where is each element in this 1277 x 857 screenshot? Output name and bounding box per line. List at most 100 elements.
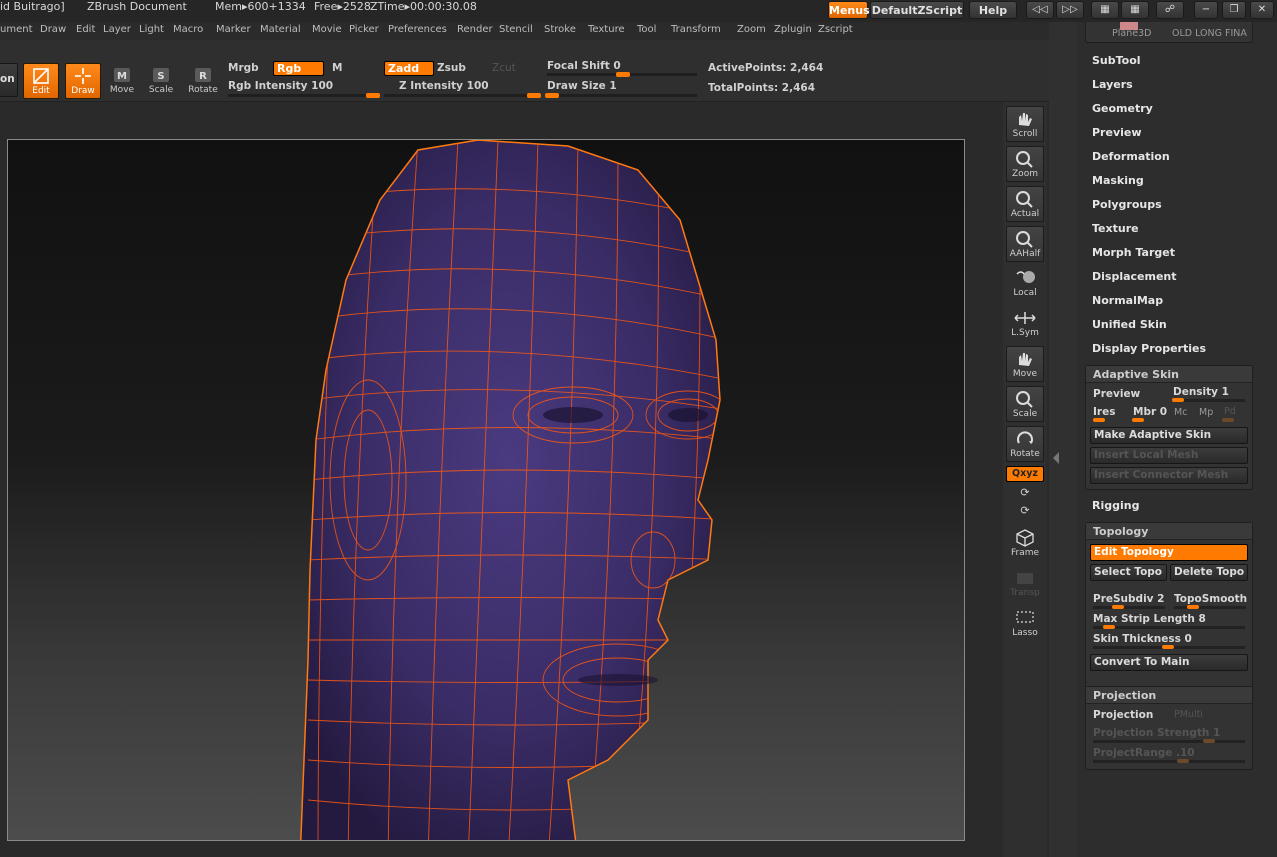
insert-local-mesh-button[interactable]: Insert Local Mesh xyxy=(1090,447,1248,464)
max-strip-length-knob[interactable] xyxy=(1103,625,1115,629)
move-view-button[interactable]: Move xyxy=(1006,346,1044,382)
local-button[interactable]: Local xyxy=(1006,266,1044,302)
adaptive-skin-header[interactable]: Adaptive Skin xyxy=(1086,366,1252,383)
menu-item-document[interactable]: ument xyxy=(0,24,33,35)
geometry-section[interactable]: Geometry xyxy=(1092,102,1153,115)
topology-header[interactable]: Topology xyxy=(1086,523,1252,540)
minimize-icon[interactable]: − xyxy=(1194,1,1218,19)
scroll-button[interactable]: Scroll xyxy=(1006,106,1044,142)
document-canvas[interactable] xyxy=(7,139,965,841)
polygroups-section[interactable]: Polygroups xyxy=(1092,198,1162,211)
transp-button[interactable]: Transp xyxy=(1006,566,1044,602)
mbr-knob[interactable] xyxy=(1132,418,1144,422)
project-range-knob[interactable] xyxy=(1177,759,1189,763)
presubdiv-knob[interactable] xyxy=(1112,605,1124,609)
aahalf-button[interactable]: AAHalf xyxy=(1006,226,1044,262)
max-strip-length-slider[interactable] xyxy=(1093,626,1245,629)
menu-item-texture[interactable]: Texture xyxy=(588,24,625,35)
tool-thumbnails[interactable]: Plane3D OLD LONG FINA xyxy=(1085,22,1253,43)
scale-view-button[interactable]: Scale xyxy=(1006,386,1044,422)
zadd-toggle[interactable]: Zadd xyxy=(384,61,434,76)
z-intensity-slider[interactable] xyxy=(384,94,541,97)
move-tool-button[interactable]: M Move xyxy=(104,63,140,99)
zsub-toggle[interactable]: Zsub xyxy=(437,62,466,74)
subtool-section[interactable]: SubTool xyxy=(1092,54,1141,67)
unified-skin-section[interactable]: Unified Skin xyxy=(1092,318,1167,331)
preview-toggle[interactable]: Preview xyxy=(1093,388,1140,400)
zoom-button[interactable]: Zoom xyxy=(1006,146,1044,182)
rgb-toggle[interactable]: Rgb xyxy=(273,61,324,76)
rotate-y-icon[interactable]: ⟳ xyxy=(1006,486,1044,502)
menu-item-draw[interactable]: Draw xyxy=(40,24,66,35)
menu-item-marker[interactable]: Marker xyxy=(216,24,251,35)
m-toggle[interactable]: M xyxy=(332,62,342,74)
presubdiv-slider[interactable] xyxy=(1093,606,1165,609)
rotate-view-button[interactable]: Rotate xyxy=(1006,426,1044,462)
help-button[interactable]: Help xyxy=(969,1,1017,19)
select-topo-button[interactable]: Select Topo xyxy=(1090,564,1167,581)
edit-topology-button[interactable]: Edit Topology xyxy=(1090,544,1248,561)
pd-knob[interactable] xyxy=(1222,418,1234,422)
mrgb-toggle[interactable]: Mrgb xyxy=(228,62,259,74)
menu-item-light[interactable]: Light xyxy=(139,24,164,35)
lasso-button[interactable]: Lasso xyxy=(1006,606,1044,642)
projection-strength-knob[interactable] xyxy=(1203,739,1215,743)
actual-button[interactable]: Actual xyxy=(1006,186,1044,222)
menu-item-material[interactable]: Material xyxy=(260,24,301,35)
menu-item-picker[interactable]: Picker xyxy=(349,24,379,35)
lock-icon[interactable]: ☍ xyxy=(1156,1,1184,19)
rotate-z-icon[interactable]: ⟳ xyxy=(1006,504,1044,520)
project-range-slider[interactable] xyxy=(1093,760,1245,763)
menu-item-preferences[interactable]: Preferences xyxy=(388,24,447,35)
texture-section[interactable]: Texture xyxy=(1092,222,1139,235)
pd-toggle[interactable]: Pd xyxy=(1224,406,1236,417)
menus-button[interactable]: Menus xyxy=(828,1,870,19)
display-properties-section[interactable]: Display Properties xyxy=(1092,342,1206,355)
toposmooth-knob[interactable] xyxy=(1187,605,1199,609)
projection-strength-slider[interactable] xyxy=(1093,740,1245,743)
displacement-section[interactable]: Displacement xyxy=(1092,270,1177,283)
delete-topo-button[interactable]: Delete Topo xyxy=(1170,564,1248,581)
rgb-intensity-slider[interactable] xyxy=(228,94,378,97)
menu-item-zoom[interactable]: Zoom xyxy=(737,24,766,35)
draw-size-slider[interactable] xyxy=(547,94,697,97)
menu-item-transform[interactable]: Transform xyxy=(671,24,721,35)
focal-shift-knob[interactable] xyxy=(616,72,630,77)
rgb-intensity-knob[interactable] xyxy=(366,93,380,98)
layers-section[interactable]: Layers xyxy=(1092,78,1133,91)
normalmap-section[interactable]: NormalMap xyxy=(1092,294,1163,307)
mc-toggle[interactable]: Mc xyxy=(1174,407,1187,418)
insert-connector-mesh-button[interactable]: Insert Connector Mesh xyxy=(1090,467,1248,484)
morph-target-section[interactable]: Morph Target xyxy=(1092,246,1175,259)
projection-header[interactable]: Projection xyxy=(1086,687,1252,704)
layout-two-icon[interactable]: ▦ xyxy=(1121,1,1149,19)
scale-tool-button[interactable]: S Scale xyxy=(143,63,179,99)
draw-tool-button[interactable]: Draw xyxy=(65,63,101,99)
pmulti-toggle[interactable]: PMulti xyxy=(1174,709,1203,720)
convert-to-main-button[interactable]: Convert To Main xyxy=(1090,654,1248,671)
menu-item-macro[interactable]: Macro xyxy=(173,24,203,35)
qxyz-button[interactable]: Qxyz xyxy=(1006,466,1044,482)
make-adaptive-skin-button[interactable]: Make Adaptive Skin xyxy=(1090,427,1248,444)
shelf-left-icon[interactable]: ◁◁ xyxy=(1026,1,1054,19)
menu-item-layer[interactable]: Layer xyxy=(103,24,131,35)
menu-item-render[interactable]: Render xyxy=(457,24,493,35)
skin-thickness-knob[interactable] xyxy=(1162,645,1174,649)
z-intensity-knob[interactable] xyxy=(527,93,541,98)
menu-item-movie[interactable]: Movie xyxy=(312,24,342,35)
edit-tool-button[interactable]: Edit xyxy=(23,63,59,99)
toposmooth-slider[interactable] xyxy=(1174,606,1246,609)
projection-toggle[interactable]: Projection xyxy=(1093,709,1153,721)
layout-one-icon[interactable]: ▦ xyxy=(1091,1,1119,19)
menu-item-zplugin[interactable]: Zplugin xyxy=(774,24,812,35)
restore-icon[interactable]: ❐ xyxy=(1222,1,1246,19)
deformation-section[interactable]: Deformation xyxy=(1092,150,1170,163)
rotate-tool-button[interactable]: R Rotate xyxy=(185,63,221,99)
density-knob[interactable] xyxy=(1172,398,1184,402)
collapse-arrow-icon[interactable] xyxy=(1053,452,1059,464)
rigging-section[interactable]: Rigging xyxy=(1092,499,1139,512)
zcut-toggle[interactable]: Zcut xyxy=(492,62,516,74)
menu-item-edit[interactable]: Edit xyxy=(76,24,95,35)
panel-divider[interactable] xyxy=(1049,22,1077,857)
ires-knob[interactable] xyxy=(1093,418,1105,422)
